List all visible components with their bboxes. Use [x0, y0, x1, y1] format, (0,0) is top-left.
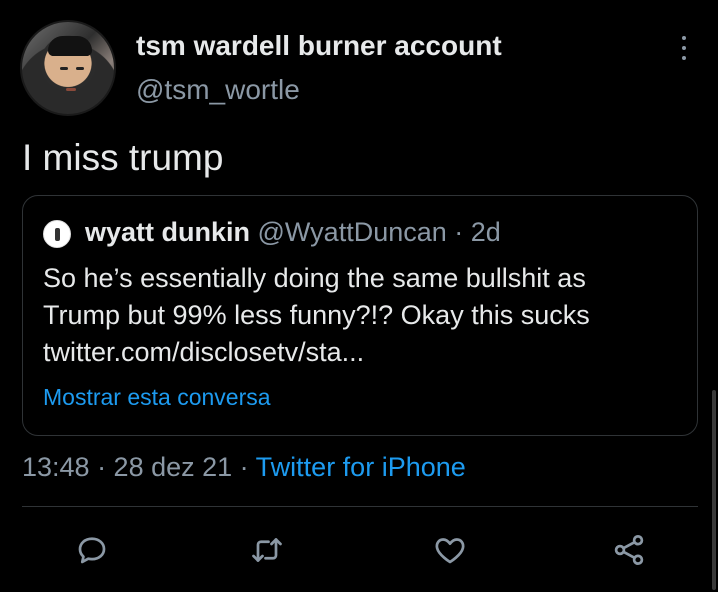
author-name[interactable]: tsm wardell burner account: [136, 30, 502, 62]
retweet-button[interactable]: [245, 528, 289, 572]
avatar-hair: [48, 36, 92, 56]
share-icon: [614, 535, 644, 565]
quoted-author-meta: @WyattDuncan · 2d: [250, 217, 501, 247]
avatar-mouth: [66, 88, 76, 91]
quoted-author-name: wyatt dunkin: [85, 217, 251, 247]
quoted-line[interactable]: twitter.com/disclosetv/sta...: [43, 334, 683, 371]
divider: [22, 506, 698, 507]
retweet-icon: [252, 538, 282, 562]
like-button[interactable]: [428, 528, 472, 572]
show-thread-link[interactable]: Mostrar esta conversa: [43, 384, 271, 411]
reply-button[interactable]: [70, 528, 114, 572]
more-options-icon[interactable]: [677, 36, 691, 66]
quoted-header: wyatt dunkin @WyattDuncan · 2d: [85, 217, 501, 248]
scrollbar[interactable]: [712, 390, 716, 590]
reply-icon: [78, 537, 106, 564]
quoted-line: Trump but 99% less funny?!? Okay this su…: [43, 300, 590, 330]
avatar-eye-left: [60, 67, 68, 70]
more-dot: [682, 56, 686, 60]
more-dot: [682, 46, 686, 50]
quoted-tweet[interactable]: wyatt dunkin @WyattDuncan · 2d So he’s e…: [22, 195, 698, 436]
quoted-author-avatar: [43, 220, 71, 248]
avatar-eye-right: [76, 67, 84, 70]
tweet-timestamp: 13:48 · 28 dez 21 ·: [22, 452, 256, 482]
quoted-tweet-text: So he’s essentially doing the same bulls…: [43, 260, 683, 371]
tweet-source-link[interactable]: Twitter for iPhone: [256, 452, 466, 482]
action-bar: [0, 528, 718, 572]
tweet-meta: 13:48 · 28 dez 21 · Twitter for iPhone: [22, 452, 466, 483]
share-button[interactable]: [607, 528, 651, 572]
tweet-text: I miss trump: [22, 137, 224, 178]
like-icon: [435, 538, 465, 564]
quoted-line: So he’s essentially doing the same bulls…: [43, 263, 586, 293]
author-handle[interactable]: @tsm_wortle: [136, 74, 300, 106]
author-avatar[interactable]: [20, 20, 116, 116]
more-dot: [682, 36, 686, 40]
